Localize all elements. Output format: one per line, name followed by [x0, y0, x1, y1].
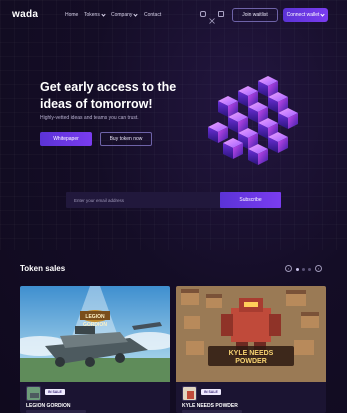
chevron-down-icon	[101, 11, 106, 17]
whitepaper-button[interactable]: Whitepaper	[40, 132, 92, 146]
token-card[interactable]: LEGION GORDION IN SALE LEGION GORDION	[20, 286, 170, 413]
carousel-dot[interactable]	[296, 267, 299, 271]
nav-link-label: Company	[111, 12, 133, 18]
hero-subtitle: Highly-vetted ideas and teams you can tr…	[40, 115, 139, 121]
x-twitter-icon[interactable]	[209, 11, 215, 24]
legion-gordion-thumbnail-icon	[26, 386, 41, 401]
connect-wallet-label: Connect wallet	[286, 12, 320, 18]
svg-text:POWDER: POWDER	[235, 358, 267, 365]
nav-link-label: Contact	[144, 12, 162, 18]
nav-link-label: Home	[65, 12, 79, 18]
carousel-next-arrow-icon[interactable]: ›	[315, 265, 322, 272]
instagram-icon[interactable]	[200, 11, 206, 17]
hero-title: Get early access to the ideas of tomorro…	[40, 80, 177, 111]
join-waitlist-button[interactable]: Join waitlist	[232, 8, 278, 22]
carousel-dot[interactable]	[308, 267, 311, 271]
email-input[interactable]	[66, 192, 220, 208]
nav-link-home[interactable]: Home	[65, 12, 78, 18]
svg-text:KYLE NEEDS: KYLE NEEDS	[229, 350, 274, 357]
status-badge: IN SALE	[45, 389, 65, 395]
svg-text:LEGION: LEGION	[85, 314, 105, 320]
card-title: LEGION GORDION	[26, 403, 71, 409]
carousel-dot[interactable]	[302, 267, 305, 271]
section-title-token-sales: Token sales	[20, 264, 66, 273]
nav-link-company[interactable]: Company	[111, 11, 139, 18]
token-card[interactable]: KYLE NEEDS POWDER IN SALE KYLE NEEDS POW…	[176, 286, 326, 413]
nav-link-label: Tokens	[84, 12, 100, 18]
subscribe-button[interactable]: Subscribe	[220, 192, 281, 208]
status-badge: IN SALE	[201, 389, 221, 395]
email-signup-form: Subscribe	[66, 192, 281, 208]
legion-gordion-game-art: LEGION GORDION	[20, 286, 170, 382]
chevron-down-icon	[320, 11, 326, 17]
connect-wallet-button[interactable]: Connect wallet	[283, 8, 328, 22]
buy-token-button[interactable]: Buy token now	[100, 132, 152, 146]
card-title: KYLE NEEDS POWDER	[182, 403, 238, 409]
nav-link-tokens[interactable]: Tokens	[84, 11, 106, 18]
page: wada Home Tokens Company Contact Join wa…	[0, 0, 347, 413]
chevron-down-icon	[133, 11, 139, 17]
carousel-prev-arrow-icon[interactable]: ‹	[285, 265, 292, 272]
logo[interactable]: wada	[12, 9, 38, 20]
top-navbar: wada Home Tokens Company Contact Join wa…	[0, 0, 347, 30]
kyle-needs-powder-thumbnail-icon	[182, 386, 197, 401]
nav-link-contact[interactable]: Contact	[144, 12, 161, 18]
linkedin-icon[interactable]	[218, 11, 224, 17]
crystal-cubes-illustration	[198, 70, 308, 170]
kyle-needs-powder-game-art: KYLE NEEDS POWDER	[176, 286, 326, 382]
